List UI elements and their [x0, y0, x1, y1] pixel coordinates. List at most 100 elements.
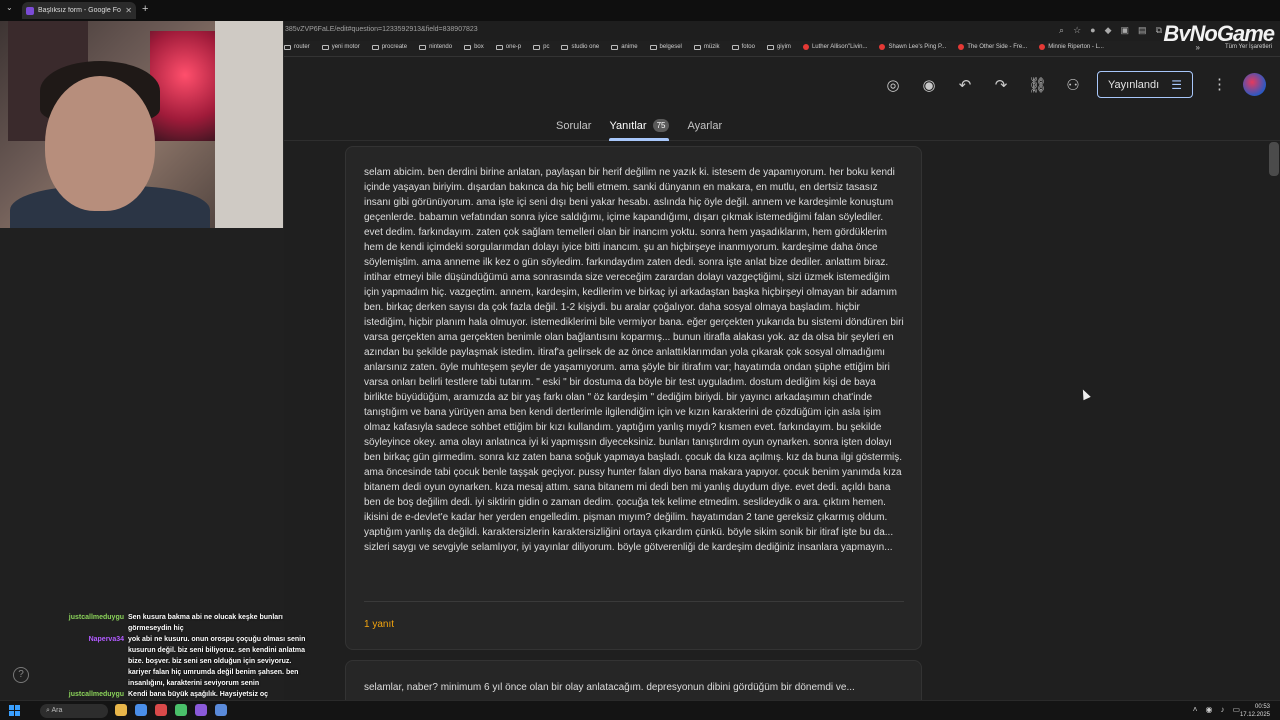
- close-icon[interactable]: ✕: [125, 6, 132, 15]
- bookmark-item[interactable]: belgesel: [649, 44, 682, 50]
- puzzle-icon[interactable]: ⧉: [1156, 25, 1162, 36]
- forms-toolbar: ◎ ◉ ↶ ↷ ⛓ ⚇: [884, 76, 1082, 94]
- link-icon[interactable]: ⛓: [1028, 76, 1047, 94]
- tab-responses[interactable]: Yanıtlar 75: [609, 119, 670, 141]
- folder-icon: [693, 44, 701, 50]
- screen: ⌄ Başlıksız form - Google Formlar ✕ + 38…: [0, 0, 1280, 720]
- bookmark-item[interactable]: yeni motor: [321, 44, 360, 50]
- folder-icon: [766, 44, 774, 50]
- google-forms-favicon-icon: [26, 6, 34, 15]
- forms-tabs: Sorular Yanıtlar 75 Ayarlar: [556, 119, 722, 141]
- bookmark-item[interactable]: Shawn Lee's Ping P...: [879, 44, 946, 50]
- chevron-up-icon[interactable]: ˄: [1193, 705, 1198, 714]
- clock-date: 17.12.2025: [1239, 712, 1270, 718]
- bookmark-item[interactable]: box: [464, 44, 484, 50]
- youtube-icon: [879, 44, 886, 50]
- folder-icon: [561, 44, 569, 50]
- browser-tab-strip: ⌄ Başlıksız form - Google Formlar ✕ +: [0, 0, 1280, 21]
- browser-tab[interactable]: Başlıksız form - Google Formlar ✕: [22, 2, 136, 19]
- taskbar-search[interactable]: ⌕ Ara: [40, 704, 108, 718]
- avatar[interactable]: [1243, 73, 1266, 96]
- bookmark-item[interactable]: giyim: [766, 44, 791, 50]
- folder-icon: [533, 44, 541, 50]
- tab-search-icon[interactable]: ⌄: [6, 3, 13, 12]
- forms-header: [284, 57, 1280, 141]
- publish-button[interactable]: Yayınlandı ☰: [1097, 71, 1193, 98]
- chat-username: Naperva34: [88, 636, 124, 643]
- bookmark-item[interactable]: pc: [533, 44, 549, 50]
- taskbar-search-label: Ara: [51, 707, 63, 714]
- extension-icon[interactable]: ▤: [1138, 25, 1147, 36]
- taskbar-clock[interactable]: 00:53 17.12.2025: [1240, 703, 1270, 719]
- app-icon[interactable]: [155, 704, 167, 716]
- extension-icon[interactable]: ◆: [1105, 25, 1112, 36]
- bookmark-item[interactable]: procreate: [371, 44, 407, 50]
- app-icon[interactable]: [135, 704, 147, 716]
- responses-count-badge: 75: [652, 119, 670, 132]
- help-icon[interactable]: ?: [13, 667, 29, 683]
- tab-settings[interactable]: Ayarlar: [687, 120, 722, 132]
- extension-icon[interactable]: ▣: [1121, 25, 1130, 36]
- youtube-icon: [802, 44, 809, 50]
- chat-username: justcallmeduygu: [68, 691, 124, 698]
- scrollbar[interactable]: [1268, 141, 1280, 697]
- clock-time: 00:53: [1254, 704, 1270, 710]
- app-icon[interactable]: [195, 704, 207, 716]
- file-explorer-icon[interactable]: [115, 704, 127, 716]
- webcam-background-light: [150, 31, 220, 141]
- bookmark-item[interactable]: Luther Allison"Livin...: [802, 44, 867, 50]
- url-field[interactable]: 385vZVP6FaLE/edit#question=1233592913&fi…: [285, 26, 478, 33]
- tab-responses-label: Yanıtlar: [609, 119, 647, 132]
- bookmark-item[interactable]: anime: [611, 44, 638, 50]
- bookmark-item[interactable]: müzik: [693, 44, 720, 50]
- battery-icon[interactable]: ▭: [1232, 705, 1240, 714]
- add-collaborator-icon[interactable]: ⚇: [1064, 76, 1082, 94]
- bookmark-item[interactable]: Minnie Riperton - L...: [1039, 44, 1104, 50]
- zoom-icon[interactable]: ⌕: [1059, 25, 1064, 36]
- replies-link[interactable]: 1 yanıt: [364, 619, 394, 630]
- chat-text: Sen kusura bakma abi ne olucak keşke bun…: [128, 614, 283, 632]
- card-divider: [364, 601, 904, 602]
- volume-icon[interactable]: ♪: [1220, 705, 1224, 714]
- bookmark-item[interactable]: one-p: [495, 44, 521, 50]
- bookmark-item[interactable]: router: [284, 44, 310, 50]
- webcam-overlay: [0, 21, 284, 228]
- publish-label: Yayınlandı: [1108, 78, 1160, 91]
- folder-icon: [371, 44, 379, 50]
- response-text: selam abicim. ben derdini birine anlatan…: [364, 167, 904, 553]
- tab-questions[interactable]: Sorular: [556, 120, 591, 132]
- taskbar-apps: [115, 704, 227, 716]
- bookmarks-overflow-button[interactable]: »: [1196, 43, 1200, 52]
- webcam-person-face: [45, 76, 155, 211]
- windows-start-icon[interactable]: [9, 705, 20, 716]
- chrome-icon[interactable]: [175, 704, 187, 716]
- network-icon[interactable]: ◉: [1205, 705, 1212, 714]
- undo-icon[interactable]: ↶: [956, 76, 974, 94]
- bookmark-item[interactable]: The Other Side - Fre...: [958, 44, 1027, 50]
- chat-username: justcallmeduygu: [68, 614, 124, 621]
- chat-message: justcallmeduygu Kendi bana büyük aşağılı…: [40, 689, 312, 700]
- bookmark-item[interactable]: fotoo: [731, 44, 755, 50]
- folder-icon: [419, 44, 427, 50]
- webcam-background-wall: [215, 21, 283, 228]
- more-options-icon[interactable]: ⋮: [1212, 75, 1227, 93]
- folder-icon: [611, 44, 619, 50]
- scrollbar-thumb[interactable]: [1269, 142, 1279, 176]
- youtube-icon: [958, 44, 965, 50]
- redo-icon[interactable]: ↷: [992, 76, 1010, 94]
- palette-icon[interactable]: ◎: [884, 76, 902, 94]
- extension-icon[interactable]: ●: [1090, 25, 1095, 36]
- star-icon[interactable]: ☆: [1073, 25, 1081, 36]
- folder-icon: [464, 44, 472, 50]
- bookmarks-list: router yeni motor procreate nintendo box…: [284, 44, 1104, 50]
- bookmark-item[interactable]: nintendo: [419, 44, 452, 50]
- tune-icon: ☰: [1171, 77, 1182, 92]
- folder-icon: [321, 44, 329, 50]
- omnibox-actions: ⌕ ☆ ● ◆ ▣ ▤ ⧉ ⋮: [1059, 25, 1180, 36]
- new-tab-icon[interactable]: +: [142, 3, 148, 15]
- bookmark-item[interactable]: studio one: [561, 44, 599, 50]
- steam-icon[interactable]: [215, 704, 227, 716]
- preview-eye-icon[interactable]: ◉: [920, 76, 938, 94]
- all-bookmarks-button[interactable]: Tüm Yer İşaretleri: [1225, 44, 1272, 50]
- folder-icon: [495, 44, 503, 50]
